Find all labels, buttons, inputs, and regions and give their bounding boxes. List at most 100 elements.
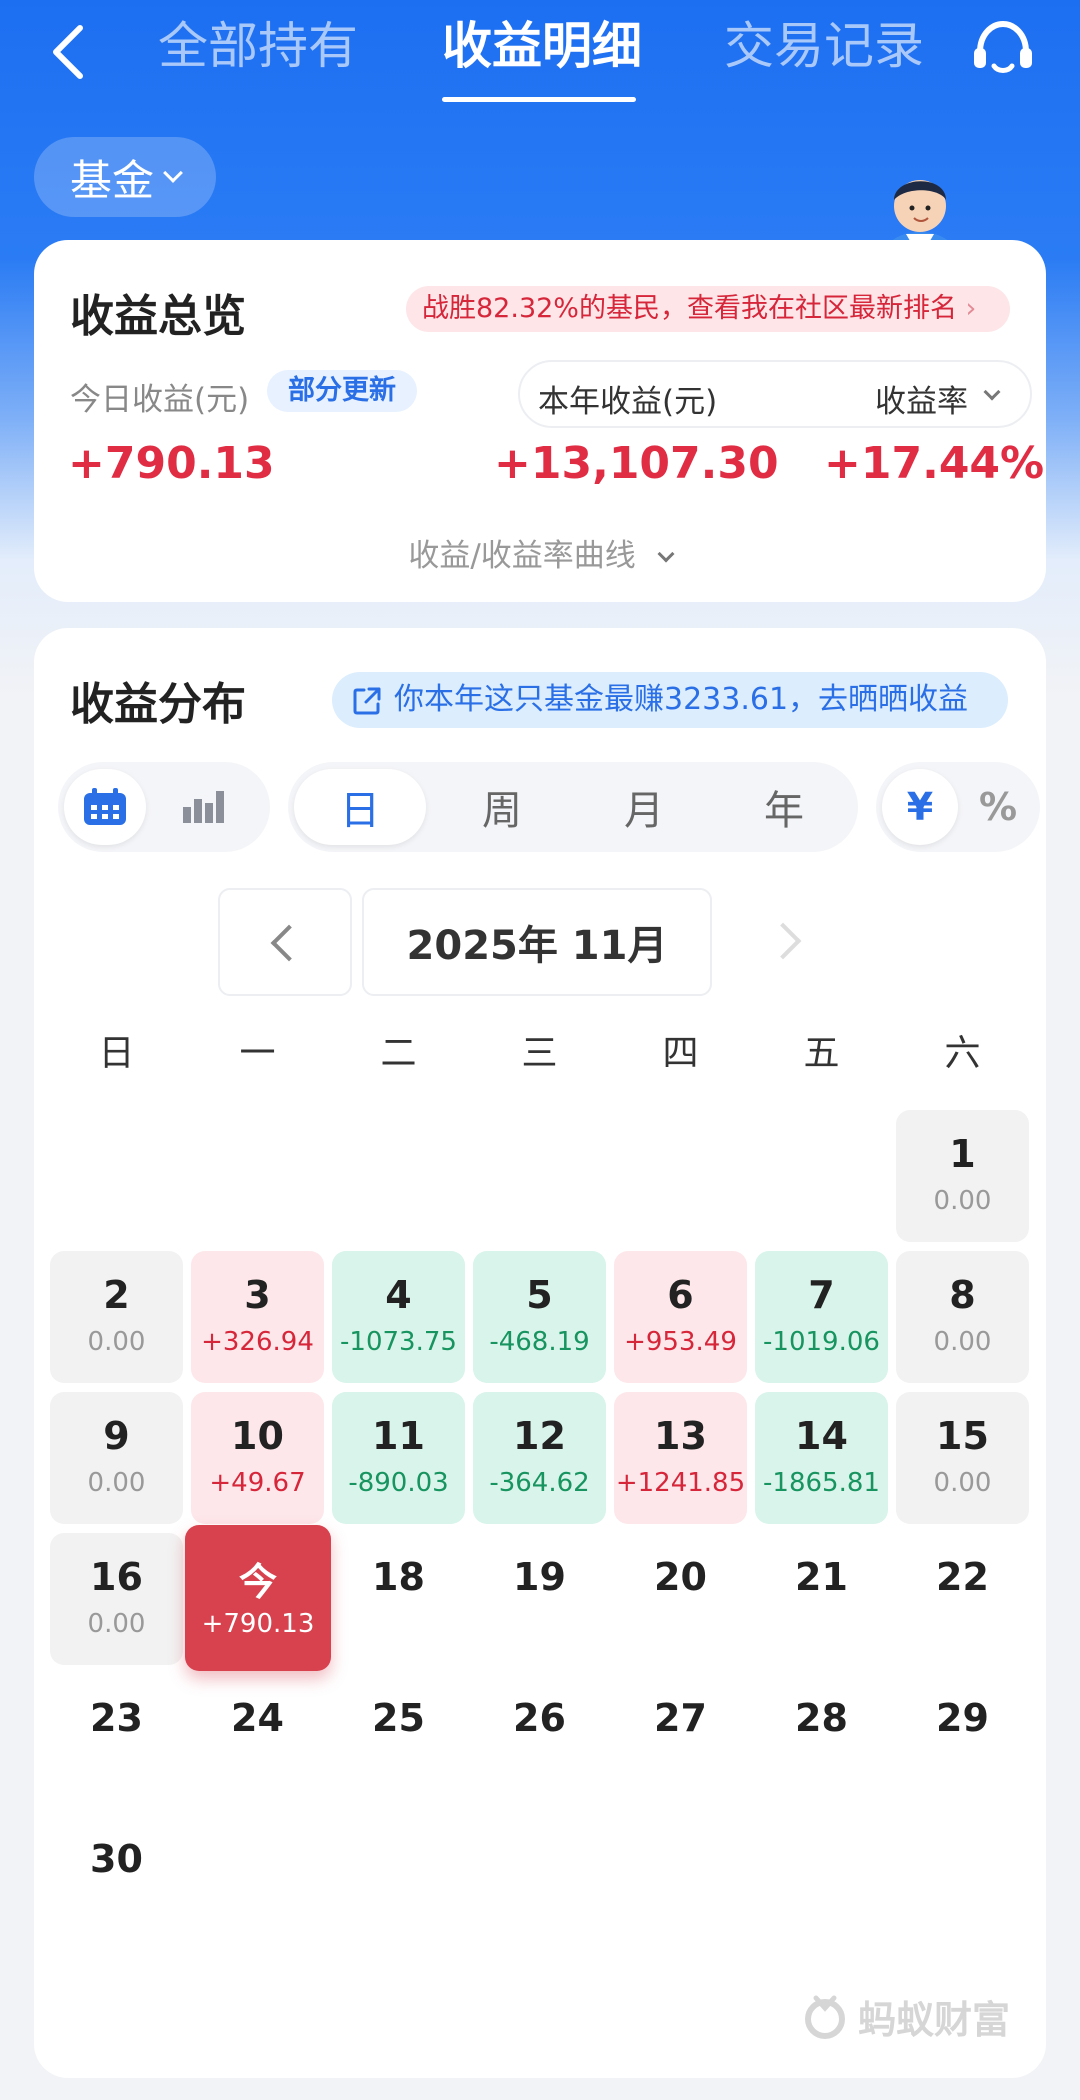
calendar-day-number: 12 <box>513 1414 566 1458</box>
calendar-day-number: 28 <box>795 1696 848 1740</box>
calendar-day[interactable]: 9 0.00 <box>50 1392 183 1524</box>
back-arrow-icon[interactable] <box>44 22 94 82</box>
calendar-day-number: 18 <box>372 1555 425 1599</box>
weekday-label: 五 <box>803 1033 840 1074</box>
calendar-day-number: 1 <box>949 1132 976 1176</box>
calendar-day-number: 29 <box>936 1696 989 1740</box>
tab-transaction-records[interactable]: 交易记录 <box>724 14 924 78</box>
calendar-day[interactable]: 20 <box>614 1533 747 1665</box>
calendar-day[interactable]: 12 -364.62 <box>473 1392 606 1524</box>
period-day-button[interactable]: 日 <box>294 769 426 845</box>
calendar-day-income: 0.00 <box>87 1327 146 1357</box>
share-icon <box>353 687 381 715</box>
partial-update-badge: 部分更新 <box>267 370 417 412</box>
tab-all-holdings[interactable]: 全部持有 <box>158 14 358 78</box>
calendar-day[interactable]: 29 <box>896 1674 1029 1806</box>
unit-yuan-button[interactable]: ¥ <box>882 769 958 845</box>
calendar-day[interactable]: 23 <box>50 1674 183 1806</box>
period-year-button[interactable]: 年 <box>718 769 850 845</box>
overview-title: 收益总览 <box>70 291 246 342</box>
tab-income-details[interactable]: 收益明细 <box>442 14 642 78</box>
chevron-left-icon <box>270 924 308 962</box>
weekday-label: 三 <box>521 1033 558 1074</box>
calendar-day[interactable]: 2 0.00 <box>50 1251 183 1383</box>
calendar-day-income: 0.00 <box>933 1468 992 1498</box>
calendar-day[interactable]: 15 0.00 <box>896 1392 1029 1524</box>
bar-chart-view-button[interactable] <box>162 769 244 845</box>
customer-service-icon[interactable] <box>968 16 1038 86</box>
previous-month-button[interactable] <box>218 888 352 996</box>
calendar-day[interactable]: 5 -468.19 <box>473 1251 606 1383</box>
next-month-button[interactable] <box>724 888 858 996</box>
calendar-day[interactable]: 8 0.00 <box>896 1251 1029 1383</box>
weekday-label: 二 <box>380 1033 417 1074</box>
year-income-label: 本年收益(元) <box>538 384 718 420</box>
unit-toggle: ¥ % <box>876 762 1040 852</box>
calendar-day-number: 5 <box>526 1273 553 1317</box>
chevron-down-icon <box>657 545 675 563</box>
calendar-day-income: +49.67 <box>209 1468 306 1498</box>
chevron-right-icon <box>764 922 802 960</box>
calendar-day[interactable]: 21 <box>755 1533 888 1665</box>
period-week-button[interactable]: 周 <box>436 769 568 845</box>
calendar-day[interactable]: 10 +49.67 <box>191 1392 324 1524</box>
calendar-icon <box>84 788 126 825</box>
curve-link-label: 收益/收益率曲线 <box>408 538 636 574</box>
calendar-day[interactable]: 4 -1073.75 <box>332 1251 465 1383</box>
calendar-day[interactable]: 27 <box>614 1674 747 1806</box>
calendar-day-income: +790.13 <box>201 1609 315 1639</box>
calendar-day[interactable]: 13 +1241.85 <box>614 1392 747 1524</box>
calendar-day[interactable]: 3 +326.94 <box>191 1251 324 1383</box>
calendar-day[interactable]: 18 <box>332 1533 465 1665</box>
weekday-header: 日 一 二 三 四 五 六 <box>46 1024 1034 1084</box>
calendar-day-number: 7 <box>808 1273 835 1317</box>
calendar-day-income: +953.49 <box>624 1327 737 1357</box>
period-month-button[interactable]: 月 <box>578 769 710 845</box>
ant-fortune-logo-icon <box>804 1995 845 2039</box>
calendar-day-number: 2 <box>103 1273 130 1317</box>
calendar-day[interactable]: 26 <box>473 1674 606 1806</box>
calendar-day-income: +1241.85 <box>615 1468 746 1498</box>
weekday-label: 日 <box>98 1033 135 1074</box>
calendar-day-number: 19 <box>513 1555 566 1599</box>
calendar-day[interactable]: 24 <box>191 1674 324 1806</box>
community-rank-banner[interactable]: 战胜82.32%的基民，查看我在社区最新排名 › <box>406 286 1010 332</box>
calendar-day-income: +326.94 <box>201 1327 314 1357</box>
calendar-day[interactable]: 30 <box>50 1815 183 1947</box>
calendar-day[interactable]: 7 -1019.06 <box>755 1251 888 1383</box>
share-text: 你本年这只基金最赚3233.61，去晒晒收益 <box>394 682 969 717</box>
calendar-day[interactable]: 16 0.00 <box>50 1533 183 1665</box>
calendar-day[interactable]: 6 +953.49 <box>614 1251 747 1383</box>
calendar-day-income: -468.19 <box>489 1327 590 1357</box>
calendar-day-number: 27 <box>654 1696 707 1740</box>
calendar-day-number: 30 <box>90 1837 143 1881</box>
unit-percent-button[interactable]: % <box>960 769 1036 845</box>
calendar-day-number: 20 <box>654 1555 707 1599</box>
watermark: 蚂蚁财富 <box>802 1989 1010 2044</box>
fund-filter-label: 基金 <box>69 155 154 205</box>
calendar-day[interactable]: 11 -890.03 <box>332 1392 465 1524</box>
top-navigation: 全部持有 收益明细 交易记录 <box>0 0 1080 110</box>
year-income-value: +13,107.30 <box>494 438 779 489</box>
calendar-day[interactable]: 14 -1865.81 <box>755 1392 888 1524</box>
calendar-day-number: 15 <box>936 1414 989 1458</box>
calendar-day[interactable]: 19 <box>473 1533 606 1665</box>
calendar-day[interactable]: 1 0.00 <box>896 1110 1029 1242</box>
calendar-day-today[interactable]: 今 +790.13 <box>185 1525 331 1671</box>
income-overview-card: 收益总览 战胜82.32%的基民，查看我在社区最新排名 › 今日收益(元) 部分… <box>34 240 1046 602</box>
income-curve-toggle[interactable]: 收益/收益率曲线 <box>34 530 1046 575</box>
calendar-day-number: 23 <box>90 1696 143 1740</box>
share-income-banner[interactable]: 你本年这只基金最赚3233.61，去晒晒收益 <box>332 672 1008 728</box>
calendar-day[interactable]: 22 <box>896 1533 1029 1665</box>
bar-chart-icon <box>183 791 224 823</box>
month-label: 2025年 11月 <box>362 888 712 996</box>
calendar-day-number: 22 <box>936 1555 989 1599</box>
year-income-rate-selector[interactable]: 本年收益(元) 收益率 <box>518 360 1032 428</box>
calendar-day-income: 0.00 <box>87 1609 146 1639</box>
calendar-day[interactable]: 28 <box>755 1674 888 1806</box>
view-mode-toggle <box>58 762 270 852</box>
calendar-view-button[interactable] <box>64 769 146 845</box>
calendar-day[interactable]: 25 <box>332 1674 465 1806</box>
fund-filter-dropdown[interactable]: 基金 <box>34 137 216 217</box>
calendar-day-number: 4 <box>385 1273 412 1317</box>
